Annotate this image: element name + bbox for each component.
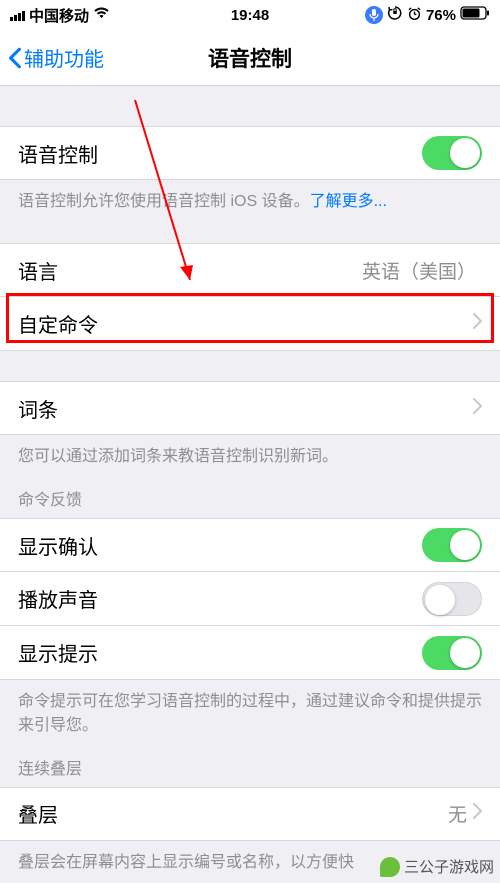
hints-footer: 命令提示可在您学习语音控制的过程中，通过建议命令和提供提示来引导您。	[0, 680, 500, 736]
show-hints-switch[interactable]	[422, 636, 482, 670]
status-bar: 中国移动 19:48 76%	[0, 0, 500, 30]
back-label: 辅助功能	[24, 43, 104, 72]
show-hints-row[interactable]: 显示提示	[0, 626, 500, 680]
vocabulary-label: 词条	[18, 394, 473, 423]
watermark: 三公子游戏网	[380, 856, 494, 877]
wifi-icon	[93, 7, 110, 24]
language-row[interactable]: 语言 英语（美国）	[0, 243, 500, 297]
voice-control-footer: 语音控制允许您使用语音控制 iOS 设备。了解更多...	[0, 180, 500, 213]
show-confirm-switch[interactable]	[422, 528, 482, 562]
screen-rotation-lock-icon	[387, 5, 403, 25]
language-label: 语言	[18, 256, 362, 285]
chevron-right-icon	[473, 312, 482, 335]
overlay-row[interactable]: 叠层 无	[0, 787, 500, 841]
watermark-logo-icon	[380, 857, 400, 877]
overlay-value: 无	[448, 800, 467, 827]
play-sound-row[interactable]: 播放声音	[0, 572, 500, 626]
chevron-right-icon	[473, 397, 482, 420]
show-hints-label: 显示提示	[18, 638, 422, 667]
play-sound-label: 播放声音	[18, 584, 422, 613]
language-value: 英语（美国）	[362, 257, 476, 284]
chevron-left-icon	[8, 47, 22, 69]
customize-commands-label: 自定命令	[18, 309, 473, 338]
clock: 19:48	[231, 7, 269, 24]
customize-commands-row[interactable]: 自定命令	[0, 297, 500, 351]
nav-bar: 辅助功能 语音控制	[0, 30, 500, 86]
voice-control-row[interactable]: 语音控制	[0, 126, 500, 180]
overlay-label: 叠层	[18, 799, 448, 828]
overlay-header: 连续叠层	[0, 737, 500, 787]
alarm-icon	[407, 6, 422, 25]
voice-control-switch[interactable]	[422, 136, 482, 170]
learn-more-link[interactable]: 了解更多...	[310, 193, 387, 210]
watermark-text: 三公子游戏网	[404, 856, 494, 877]
carrier-label: 中国移动	[29, 5, 89, 26]
signal-icon	[10, 9, 25, 21]
siri-icon	[365, 6, 383, 24]
voice-control-label: 语音控制	[18, 139, 422, 168]
show-confirm-label: 显示确认	[18, 531, 422, 560]
back-button[interactable]: 辅助功能	[8, 43, 104, 72]
play-sound-switch[interactable]	[422, 582, 482, 616]
battery-icon	[460, 6, 490, 24]
feedback-header: 命令反馈	[0, 468, 500, 518]
show-confirm-row[interactable]: 显示确认	[0, 518, 500, 572]
vocabulary-row[interactable]: 词条	[0, 381, 500, 435]
battery-percent: 76%	[426, 7, 456, 24]
vocabulary-footer: 您可以通过添加词条来教语音控制识别新词。	[0, 435, 500, 468]
chevron-right-icon	[473, 802, 482, 825]
